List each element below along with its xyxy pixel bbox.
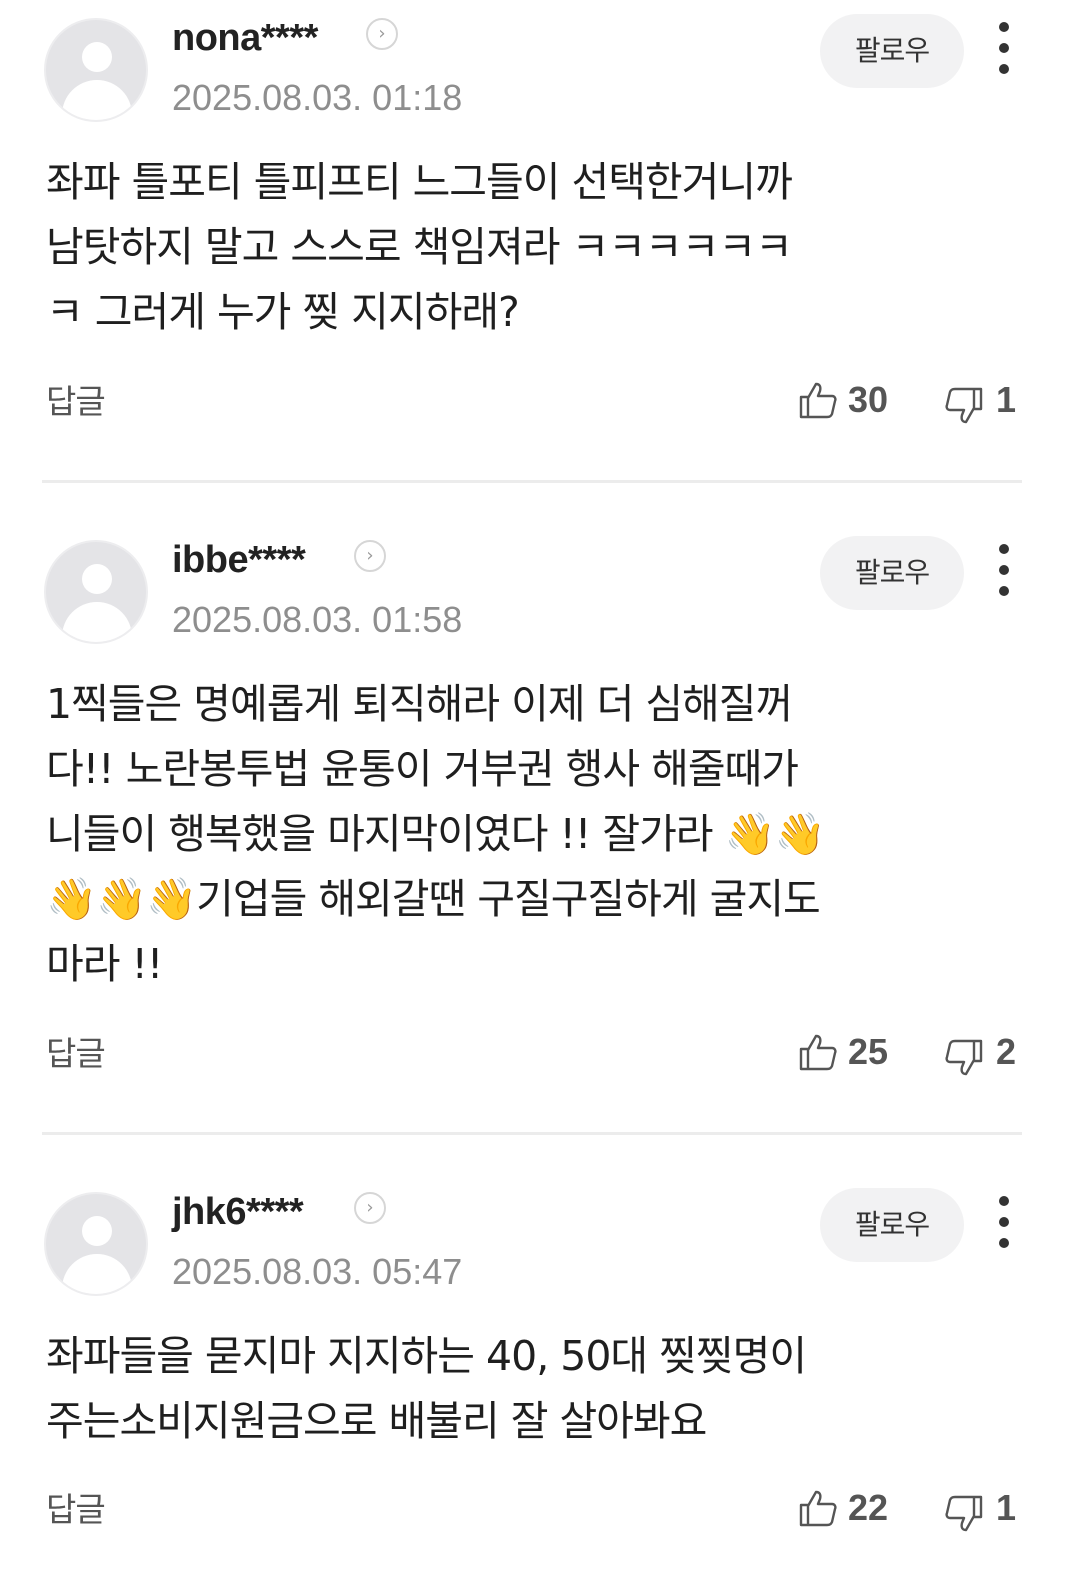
follow-button[interactable]: 팔로우 <box>820 536 964 610</box>
timestamp: 2025.08.03. 01:18 <box>172 77 463 118</box>
dislike-count: 2 <box>996 1031 1017 1072</box>
like-count: 25 <box>848 1031 889 1072</box>
comment-text: 좌파 틀포티 틀피프티 느그들이 선택한거니까 남탓하지 말고 스스로 책임져라… <box>46 158 793 336</box>
chevron-right-icon[interactable]: › <box>366 18 398 50</box>
comment-item: jhk6**** › 2025.08.03. 05:47 팔로우 좌파들을 묻지… <box>0 1174 1080 1594</box>
divider <box>42 1132 1022 1135</box>
more-vertical-icon[interactable] <box>988 542 1020 598</box>
avatar[interactable] <box>44 1192 148 1296</box>
dislike-count: 1 <box>996 379 1017 420</box>
thumbs-down-icon[interactable] <box>944 1494 984 1534</box>
thumbs-down-icon[interactable] <box>944 386 984 426</box>
thumbs-up-icon[interactable] <box>798 380 838 420</box>
comment-text: 좌파들을 묻지마 지지하는 40, 50대 찢찢명이 주는소비지원금으로 배불리… <box>46 1332 807 1445</box>
comment-text: 1찍들은 명예롭게 퇴직해라 이제 더 심해질꺼 다!! 노란봉투법 윤통이 거… <box>46 680 826 988</box>
avatar-body <box>62 602 132 642</box>
username[interactable]: ibbe**** <box>172 536 306 584</box>
chevron-right-icon[interactable]: › <box>354 1192 386 1224</box>
timestamp: 2025.08.03. 05:47 <box>172 1251 463 1292</box>
more-vertical-icon[interactable] <box>988 20 1020 76</box>
more-vertical-icon[interactable] <box>988 1194 1020 1250</box>
comment-item: nona**** › 2025.08.03. 01:18 팔로우 좌파 틀포티 … <box>0 0 1080 482</box>
like-count: 22 <box>848 1487 889 1528</box>
avatar-body <box>62 1254 132 1294</box>
avatar-body <box>62 80 132 120</box>
comment-item: ibbe**** › 2025.08.03. 01:58 팔로우 1찍들은 명예… <box>0 522 1080 1134</box>
avatar-head <box>82 42 112 72</box>
username[interactable]: jhk6**** <box>172 1188 304 1236</box>
like-count: 30 <box>848 379 889 420</box>
follow-button[interactable]: 팔로우 <box>820 14 964 88</box>
thumbs-down-icon[interactable] <box>944 1038 984 1078</box>
avatar[interactable] <box>44 540 148 644</box>
thumbs-up-icon[interactable] <box>798 1032 838 1072</box>
reply-button[interactable]: 답글 <box>46 1032 106 1076</box>
avatar-head <box>82 564 112 594</box>
avatar[interactable] <box>44 18 148 122</box>
thumbs-up-icon[interactable] <box>798 1488 838 1528</box>
chevron-right-icon[interactable]: › <box>354 540 386 572</box>
timestamp: 2025.08.03. 01:58 <box>172 599 463 640</box>
reply-button[interactable]: 답글 <box>46 1488 106 1532</box>
avatar-head <box>82 1216 112 1246</box>
dislike-count: 1 <box>996 1487 1017 1528</box>
follow-button[interactable]: 팔로우 <box>820 1188 964 1262</box>
username[interactable]: nona**** <box>172 14 318 62</box>
reply-button[interactable]: 답글 <box>46 380 106 424</box>
divider <box>42 480 1022 483</box>
